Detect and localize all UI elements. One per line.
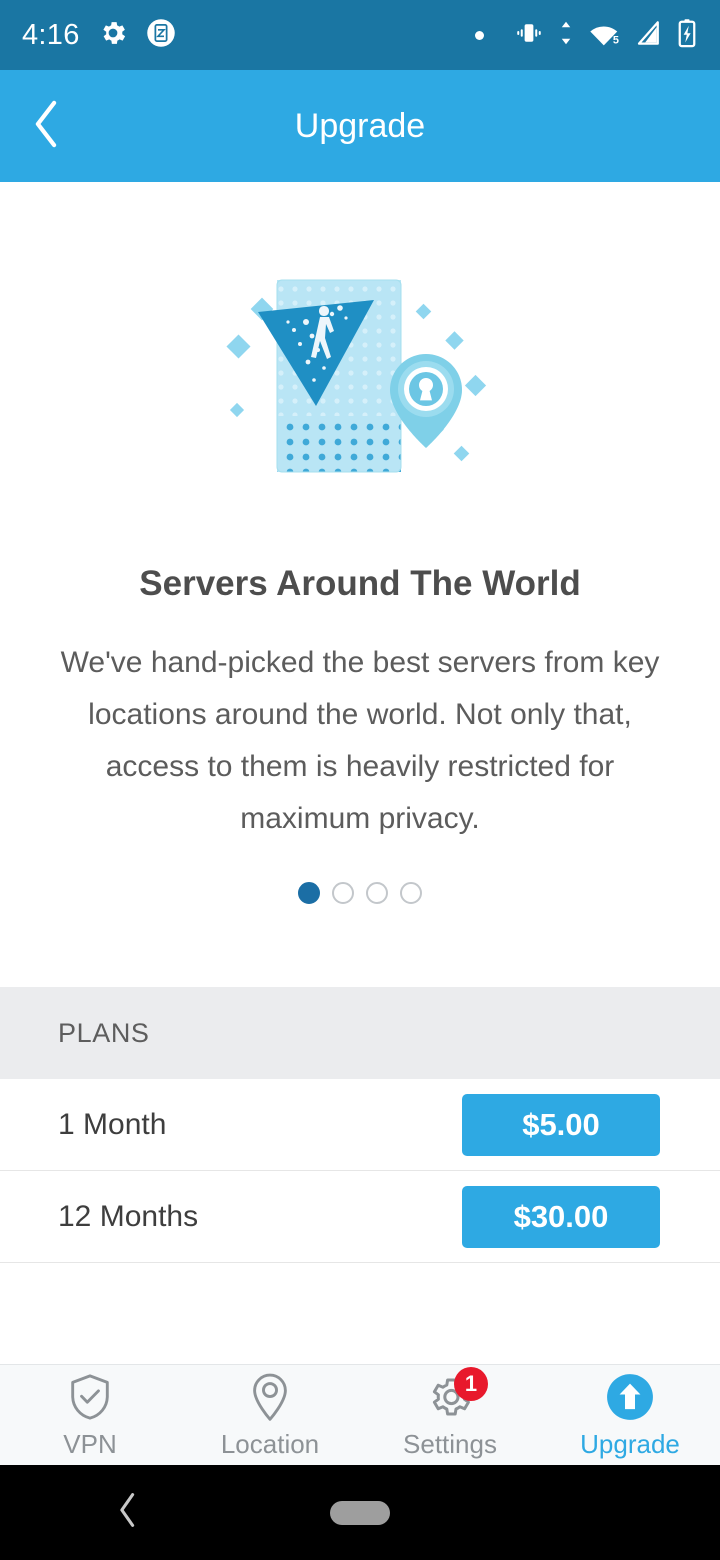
status-bar-right: 5 (475, 18, 698, 53)
cell-signal-icon (635, 18, 663, 53)
tab-label: VPN (63, 1428, 117, 1459)
wifi-icon: 5 (588, 18, 622, 53)
back-button[interactable] (0, 70, 92, 182)
phone-screen: 4:16 5 Upgrade Servers Around The World … (0, 0, 720, 1560)
gear-icon (98, 18, 128, 53)
pagination-dot-2[interactable] (332, 882, 354, 904)
plans-section-label: PLANS (58, 1017, 150, 1048)
settings-badge: 1 (454, 1366, 488, 1401)
plan-name: 1 Month (58, 1107, 167, 1141)
plan-row-1-month[interactable]: 1 Month $5.00 (0, 1079, 720, 1171)
pagination-dot-3[interactable] (366, 882, 388, 904)
data-transfer-icon (557, 18, 575, 53)
battery-charging-icon (676, 18, 698, 53)
status-bar: 4:16 5 (0, 0, 720, 70)
servers-around-world-illustration (220, 270, 500, 485)
page-title: Upgrade (294, 106, 426, 145)
tab-label: Location (220, 1428, 320, 1459)
plan-price-button[interactable]: $30.00 (462, 1185, 660, 1248)
screenshot-icon (146, 18, 176, 53)
tab-label: Upgrade (580, 1428, 680, 1459)
dot-icon (475, 30, 484, 40)
tab-vpn[interactable]: VPN (0, 1365, 180, 1465)
app-header: Upgrade (0, 70, 720, 182)
bottom-tab-bar: VPN Location 1 Settings Upgrade (0, 1364, 720, 1465)
carousel-pagination (0, 882, 720, 904)
arrow-up-circle-icon (604, 1371, 656, 1423)
pagination-dot-4[interactable] (400, 882, 422, 904)
hero-description: We've hand-picked the best servers from … (60, 646, 660, 835)
nav-home-pill[interactable] (330, 1500, 390, 1525)
plans-section-header: PLANS (0, 987, 720, 1079)
plan-row-12-months[interactable]: 12 Months $30.00 (0, 1171, 720, 1263)
vibrate-icon (514, 18, 544, 53)
wifi-generation-label: 5 (613, 34, 619, 46)
status-bar-left: 4:16 (22, 18, 176, 53)
shield-check-icon (64, 1371, 116, 1423)
nav-back-button[interactable] (115, 1490, 141, 1535)
gear-icon: 1 (424, 1366, 488, 1423)
tab-settings[interactable]: 1 Settings (360, 1365, 540, 1465)
plan-name: 12 Months (58, 1199, 199, 1233)
android-navigation-bar (0, 1465, 720, 1560)
pagination-dot-1[interactable] (298, 882, 320, 904)
tab-upgrade[interactable]: Upgrade (540, 1365, 720, 1465)
hero-section: Servers Around The World We've hand-pick… (0, 182, 720, 987)
tab-location[interactable]: Location (180, 1365, 360, 1465)
status-clock: 4:16 (22, 18, 80, 51)
hero-title: Servers Around The World (139, 564, 581, 603)
map-pin-icon (244, 1371, 296, 1423)
tab-label: Settings (403, 1428, 497, 1459)
plan-price-button[interactable]: $5.00 (462, 1093, 660, 1156)
chevron-left-icon (29, 98, 63, 155)
